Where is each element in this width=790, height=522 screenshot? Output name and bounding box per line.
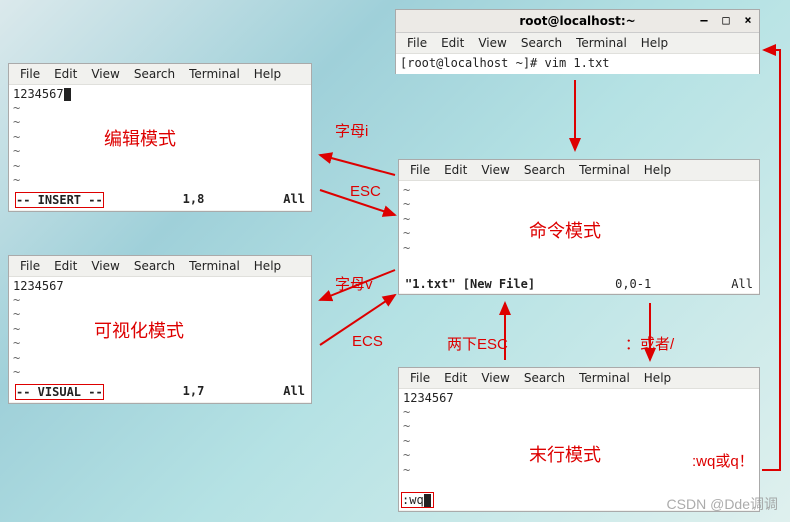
anno-colon-slash: ：或者/ [625,333,674,354]
menu-search[interactable]: Search [516,36,567,50]
titlebar: root@localhost:~ – □ × [396,10,759,33]
mode-title: 可视化模式 [94,317,184,343]
menu-search[interactable]: Search [519,371,570,385]
status-line: -- VISUAL -- 1,7 All [11,384,309,400]
mode-title: 末行模式 [529,441,601,467]
menu-search[interactable]: Search [129,67,180,81]
mode-title: 编辑模式 [104,125,176,151]
menu-view[interactable]: View [86,259,124,273]
menu-edit[interactable]: Edit [439,371,472,385]
status-line: :wq [401,492,434,508]
menu-terminal[interactable]: Terminal [184,259,245,273]
menu-edit[interactable]: Edit [49,259,82,273]
command-mode-window: File Edit View Search Terminal Help ~~~~… [398,159,760,295]
file-content: 1234567 [403,391,755,405]
minimize-icon[interactable]: – [697,13,711,27]
file-content: 1234567 [13,279,307,293]
status-line: "1.txt" [New File] 0,0-1 All [401,277,757,291]
anno-letter-i: 字母i [335,120,368,141]
menubar: File Edit View Search Terminal Help [9,256,311,277]
terminal-body[interactable]: 1234567 ~~~~~~ 编辑模式 -- INSERT -- 1,8 All [9,85,311,210]
text-cursor-icon [424,494,431,507]
menubar: File Edit View Search Terminal Help [399,368,759,389]
menu-view[interactable]: View [86,67,124,81]
menu-file[interactable]: File [402,36,432,50]
menu-terminal[interactable]: Terminal [571,36,632,50]
menu-edit[interactable]: Edit [436,36,469,50]
status-mode: -- INSERT -- [15,192,104,208]
status-scroll: All [283,384,305,400]
status-mode: -- VISUAL -- [15,384,104,400]
prompt-line: [root@localhost ~]# vim 1.txt [400,56,610,70]
menu-file[interactable]: File [405,163,435,177]
menu-view[interactable]: View [473,36,511,50]
menu-file[interactable]: File [15,67,45,81]
close-icon[interactable]: × [741,13,755,27]
menu-help[interactable]: Help [249,259,286,273]
menu-terminal[interactable]: Terminal [574,371,635,385]
status-scroll: All [731,277,753,291]
status-line: -- INSERT -- 1,8 All [11,192,309,208]
menu-terminal[interactable]: Terminal [574,163,635,177]
menu-file[interactable]: File [15,259,45,273]
terminal-body[interactable]: ~~~~~ 命令模式 "1.txt" [New File] 0,0-1 All [399,181,759,293]
status-pos: 0,0-1 [615,277,651,291]
window-buttons: – □ × [697,13,755,27]
lastline-mode-window: File Edit View Search Terminal Help 1234… [398,367,760,512]
anno-esc: ESC [350,183,381,200]
visual-mode-window: File Edit View Search Terminal Help 1234… [8,255,312,404]
menu-help[interactable]: Help [639,371,676,385]
terminal-top-window: root@localhost:~ – □ × File Edit View Se… [395,9,760,74]
watermark: CSDN @Dde调调 [667,494,778,514]
menubar: File Edit View Search Terminal Help [9,64,311,85]
menu-help[interactable]: Help [636,36,673,50]
menu-terminal[interactable]: Terminal [184,67,245,81]
menubar: File Edit View Search Terminal Help [399,160,759,181]
anno-letter-v: 字母v [335,273,373,294]
text-cursor-icon [64,88,71,101]
status-pos: 1,8 [183,192,205,208]
menu-view[interactable]: View [476,163,514,177]
menu-search[interactable]: Search [129,259,180,273]
status-scroll: All [283,192,305,208]
anno-double-esc: 两下ESC [447,333,508,354]
terminal-body[interactable]: 1234567 ~~~~~~ 可视化模式 -- VISUAL -- 1,7 Al… [9,277,311,402]
menubar: File Edit View Search Terminal Help [396,33,759,54]
menu-help[interactable]: Help [639,163,676,177]
menu-help[interactable]: Help [249,67,286,81]
menu-file[interactable]: File [405,371,435,385]
menu-view[interactable]: View [476,371,514,385]
anno-ecs: ECS [352,333,383,350]
mode-title: 命令模式 [529,217,601,243]
menu-search[interactable]: Search [519,163,570,177]
edit-mode-window: File Edit View Search Terminal Help 1234… [8,63,312,212]
file-content: 1234567 [13,87,307,101]
status-pos: 1,7 [183,384,205,400]
ex-command: :wq [402,493,424,507]
status-filename: "1.txt" [New File] [405,277,535,291]
menu-edit[interactable]: Edit [439,163,472,177]
anno-wq-q: :wq或q！ [692,450,754,471]
terminal-body[interactable]: [root@localhost ~]# vim 1.txt [396,54,759,74]
window-title: root@localhost:~ [519,14,635,28]
maximize-icon[interactable]: □ [719,13,733,27]
menu-edit[interactable]: Edit [49,67,82,81]
